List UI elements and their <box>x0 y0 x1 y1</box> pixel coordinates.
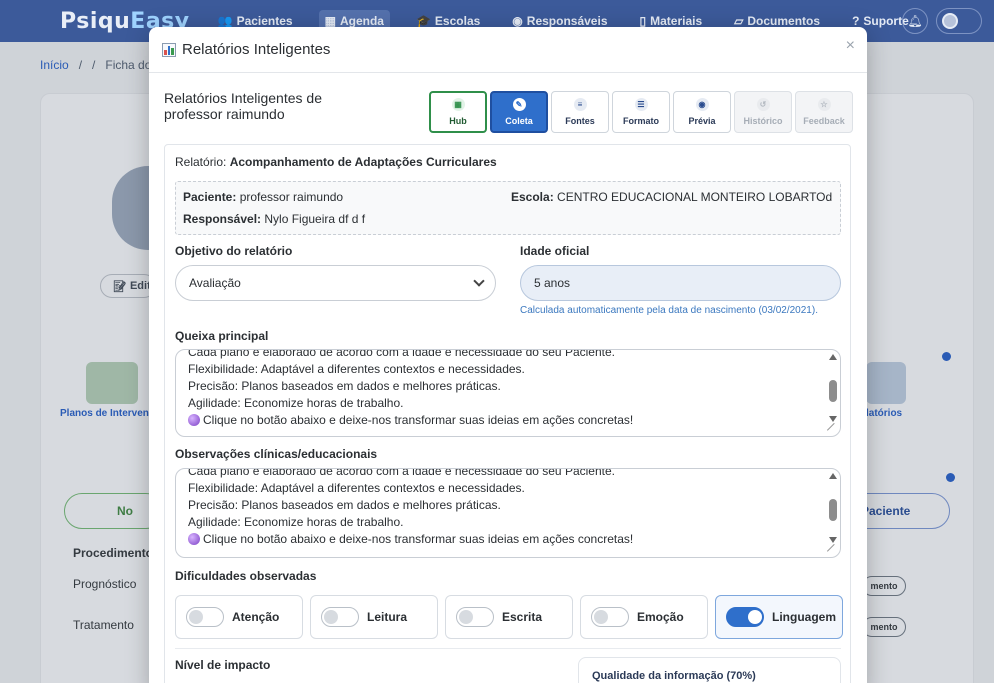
table-header: Procedimento <box>73 546 154 560</box>
toggle-switch[interactable] <box>726 607 764 627</box>
gear-icon[interactable] <box>946 473 955 482</box>
collection-form: Relatório: Acompanhamento de Adaptações … <box>164 144 851 683</box>
calendar-icon: ▦ <box>324 14 336 28</box>
resize-handle[interactable] <box>826 422 840 436</box>
step-hub[interactable]: ▦ Hub <box>429 91 487 133</box>
chevron-down-icon <box>473 275 485 287</box>
grid-icon: ▦ <box>451 98 465 111</box>
patient-info-box: Paciente: professor raimundo Escola: CEN… <box>175 181 841 235</box>
memo-icon: 📝︎ <box>113 280 127 293</box>
modal-subtitle: Relatórios Inteligentes de professor rai… <box>164 90 322 122</box>
modal-header: Relatórios Inteligentes × <box>149 27 867 73</box>
scroll-thumb[interactable] <box>829 380 837 402</box>
section-divider <box>175 648 841 649</box>
toggle-switch[interactable] <box>321 607 359 627</box>
breadcrumb: Início / / Ficha do <box>40 58 152 72</box>
bell-icon: 🔔︎ <box>907 14 923 28</box>
row-action-pill[interactable]: mento <box>862 617 906 637</box>
document-icon: ▱ <box>734 14 744 28</box>
breadcrumb-current: Ficha do <box>105 58 152 72</box>
eye-icon: ◉ <box>695 98 709 111</box>
breadcrumb-home[interactable]: Início <box>40 58 69 72</box>
observations-label: Observações clínicas/educacionais <box>175 447 378 461</box>
resize-handle[interactable] <box>826 543 840 557</box>
step-feedback: ☆ Feedback <box>795 91 853 133</box>
scrollbar[interactable] <box>828 354 838 422</box>
scroll-thumb[interactable] <box>829 499 837 521</box>
edit-icon: ✎ <box>512 98 526 111</box>
help-icon: ? <box>852 14 860 28</box>
crystal-ball-icon <box>188 414 200 426</box>
toggle-linguagem[interactable]: Linguagem <box>715 595 843 639</box>
modal-title: Relatórios Inteligentes <box>182 41 331 58</box>
scroll-down-icon[interactable] <box>829 416 837 422</box>
reports-modal: Relatórios Inteligentes × Relatórios Int… <box>149 27 867 683</box>
difficulties-toggles: Atenção Leitura Escrita Emoção Linguagem <box>175 595 843 639</box>
report-name: Relatório: Acompanhamento de Adaptações … <box>175 155 497 169</box>
complaint-textarea[interactable]: Cada plano é elaborado de acordo com a i… <box>175 349 841 437</box>
scrollbar[interactable] <box>828 473 838 543</box>
users-icon: 👥 <box>217 14 233 28</box>
toggle-switch[interactable] <box>186 607 224 627</box>
toggle-leitura[interactable]: Leitura <box>310 595 438 639</box>
notifications-button[interactable]: 🔔︎ <box>902 8 928 34</box>
edit-button[interactable]: 📝︎ Edit <box>100 274 156 298</box>
scroll-down-icon[interactable] <box>829 537 837 543</box>
difficulties-label: Dificuldades observadas <box>175 569 317 583</box>
quality-panel: Qualidade da informação (70%) <box>578 657 841 683</box>
impact-label: Nível de impacto <box>175 658 271 672</box>
complaint-label: Queixa principal <box>175 329 269 343</box>
step-historico: ↺ Histórico <box>734 91 792 133</box>
close-button[interactable]: × <box>846 37 855 55</box>
toggle-emocao[interactable]: Emoção <box>580 595 708 639</box>
gear-icon[interactable] <box>942 352 951 361</box>
age-field: 5 anos <box>520 265 841 301</box>
history-icon: ↺ <box>756 98 770 111</box>
toggle-escrita[interactable]: Escrita <box>445 595 573 639</box>
plans-link[interactable]: Planos de Interven <box>60 408 149 419</box>
toggle-atencao[interactable]: Atenção <box>175 595 303 639</box>
user-menu-button[interactable] <box>936 8 982 34</box>
objective-label: Objetivo do relatório <box>175 244 293 258</box>
row-action-pill[interactable]: mento <box>862 576 906 596</box>
age-label: Idade oficial <box>520 244 590 258</box>
patient-name: professor raimundo <box>239 190 344 204</box>
table-row: Prognóstico <box>73 577 137 591</box>
file-icon: ▯ <box>639 14 647 28</box>
school-name: CENTRO EDUCACIONAL MONTEIRO LOBARTOd <box>557 190 833 204</box>
table-row: Tratamento <box>73 618 134 632</box>
crystal-ball-icon <box>188 533 200 545</box>
school-icon: 🎓 <box>415 14 431 28</box>
database-icon: ≡ <box>573 98 587 111</box>
reports-icon <box>866 362 906 404</box>
toggle-switch[interactable] <box>591 607 629 627</box>
step-coleta[interactable]: ✎ Coleta <box>490 91 548 133</box>
step-formato[interactable]: ☰ Formato <box>612 91 670 133</box>
reports-link[interactable]: latórios <box>866 408 902 419</box>
toggle-switch[interactable] <box>456 607 494 627</box>
objective-select[interactable]: Avaliação <box>175 265 496 301</box>
observations-textarea[interactable]: Cada plano é elaborado de acordo com a i… <box>175 468 841 558</box>
plans-icon <box>86 362 138 404</box>
step-fontes[interactable]: ≡ Fontes <box>551 91 609 133</box>
step-previa[interactable]: ◉ Prévia <box>673 91 731 133</box>
quality-label: Qualidade da informação (70%) <box>592 670 756 682</box>
scroll-up-icon[interactable] <box>829 473 837 479</box>
scroll-up-icon[interactable] <box>829 354 837 360</box>
bar-chart-icon <box>162 42 176 57</box>
age-hint: Calculada automaticamente pela data de n… <box>520 305 818 316</box>
guardian-name: Nylo Figueira df d f <box>264 212 366 226</box>
avatar <box>942 13 958 29</box>
people-icon: ◉ <box>512 14 523 28</box>
wizard-steps: ▦ Hub ✎ Coleta ≡ Fontes ☰ Formato ◉ Prévia ↺ H… <box>429 91 853 133</box>
sliders-icon: ☰ <box>634 98 648 111</box>
star-icon: ☆ <box>817 98 831 111</box>
